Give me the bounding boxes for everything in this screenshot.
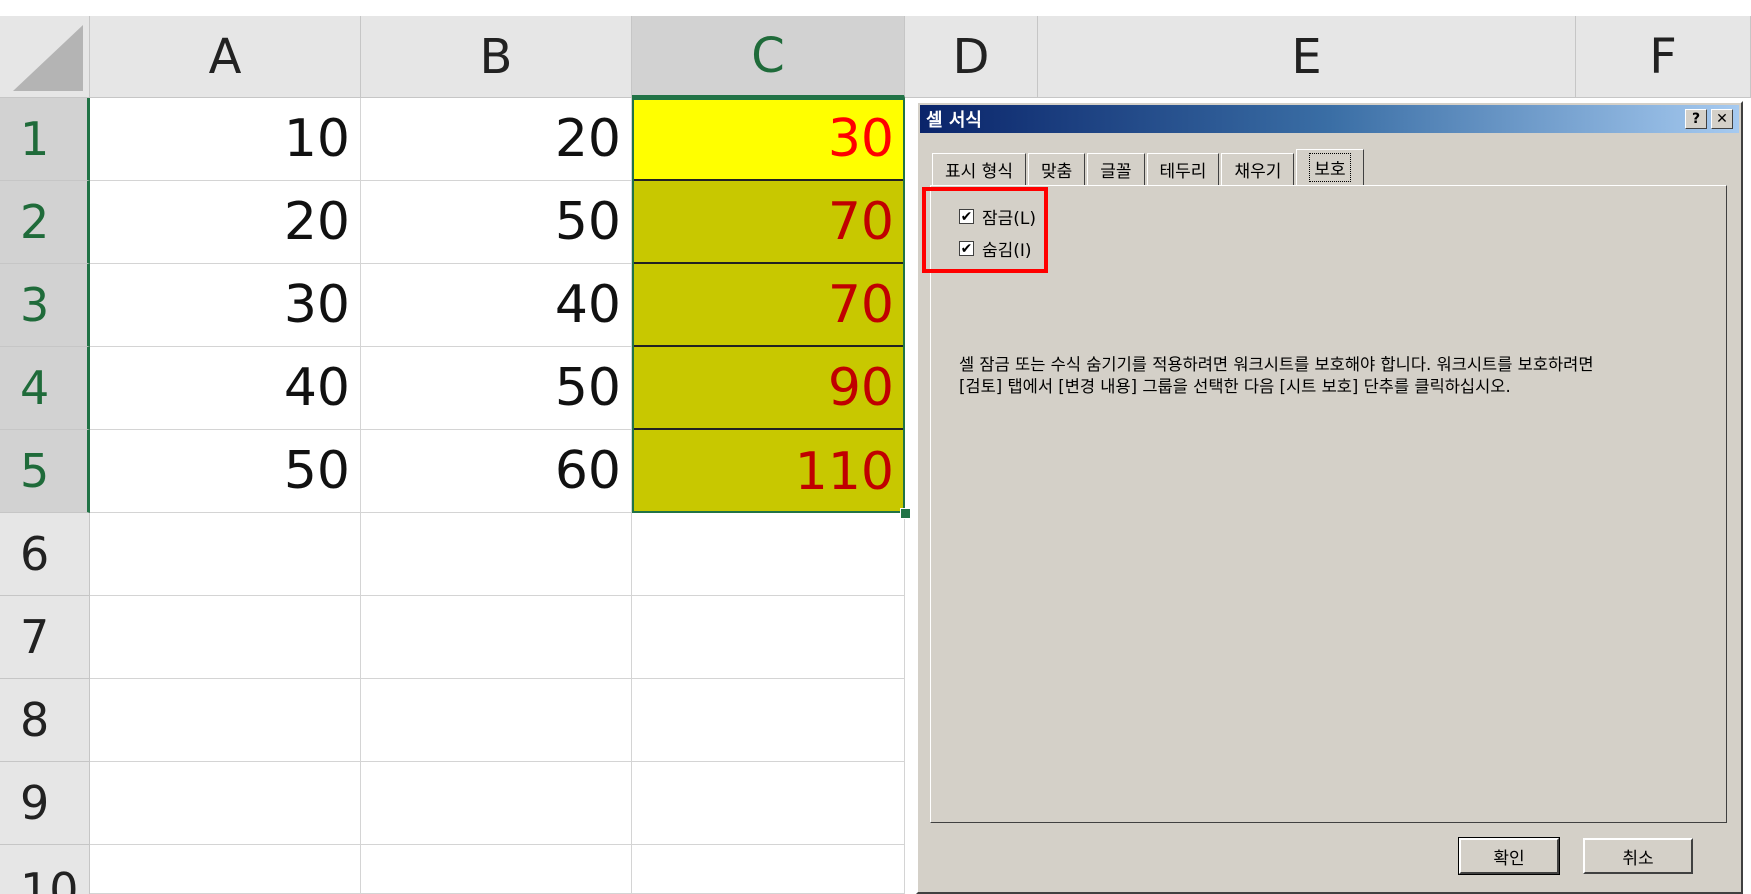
cell-empty[interactable]	[361, 513, 632, 596]
cell-a1[interactable]: 10	[90, 98, 361, 181]
tab-fill[interactable]: 채우기	[1221, 153, 1295, 185]
row-header-6[interactable]: 6	[0, 513, 90, 596]
cell-empty[interactable]	[90, 679, 361, 762]
row-header-2[interactable]: 2	[0, 181, 90, 264]
cell-a5[interactable]: 50	[90, 430, 361, 513]
protection-panel: ✔ 잠금(L) ✔ 숨김(I) 셀 잠금 또는 수식 숨기기를 적용하려면 워크…	[930, 185, 1727, 823]
tab-number-format[interactable]: 표시 형식	[932, 153, 1026, 185]
cell-empty[interactable]	[361, 762, 632, 845]
cell-empty[interactable]	[632, 596, 905, 679]
cell-b5[interactable]: 60	[361, 430, 632, 513]
row-header-3[interactable]: 3	[0, 264, 90, 347]
tab-border[interactable]: 테두리	[1146, 153, 1220, 185]
ribbon-edge	[0, 0, 1751, 17]
cancel-button[interactable]: 취소	[1583, 838, 1693, 874]
close-icon: ✕	[1716, 111, 1728, 127]
cell-a4[interactable]: 40	[90, 347, 361, 430]
column-header-f[interactable]: F	[1576, 16, 1751, 98]
column-header-b[interactable]: B	[361, 16, 632, 98]
column-header-e[interactable]: E	[1038, 16, 1576, 98]
fill-handle[interactable]	[900, 508, 911, 519]
cell-empty[interactable]	[632, 845, 905, 894]
dialog-tabs: 표시 형식 맞춤 글꼴 테두리 채우기 보호	[932, 149, 1366, 185]
cell-c4[interactable]: 90	[632, 347, 905, 430]
cell-empty[interactable]	[90, 845, 361, 894]
close-button[interactable]: ✕	[1711, 109, 1733, 129]
help-button[interactable]: ?	[1685, 109, 1707, 129]
row-header-1[interactable]: 1	[0, 98, 90, 181]
row-header-5[interactable]: 5	[0, 430, 90, 513]
tab-protection-label: 보호	[1309, 153, 1351, 182]
annotation-highlight-box	[922, 187, 1048, 273]
cell-empty[interactable]	[632, 679, 905, 762]
column-header-c[interactable]: C	[632, 16, 905, 98]
row-header-4[interactable]: 4	[0, 347, 90, 430]
cell-empty[interactable]	[90, 596, 361, 679]
cell-b4[interactable]: 50	[361, 347, 632, 430]
column-header-d[interactable]: D	[905, 16, 1038, 98]
cell-c5[interactable]: 110	[632, 430, 905, 513]
description-line: [검토] 탭에서 [변경 내용] 그룹을 선택한 다음 [시트 보호] 단추를 …	[959, 377, 1511, 396]
cell-c2[interactable]: 70	[632, 181, 905, 264]
cell-a3[interactable]: 30	[90, 264, 361, 347]
cell-empty[interactable]	[361, 596, 632, 679]
cell-empty[interactable]	[90, 513, 361, 596]
ok-button[interactable]: 확인	[1458, 837, 1560, 875]
select-all-triangle-icon	[13, 25, 83, 91]
cell-empty[interactable]	[632, 762, 905, 845]
description-line: 셀 잠금 또는 수식 숨기기를 적용하려면 워크시트를 보호해야 합니다. 워크…	[959, 355, 1594, 374]
cell-a2[interactable]: 20	[90, 181, 361, 264]
row-header-10[interactable]: 10	[0, 845, 90, 894]
cell-b2[interactable]: 50	[361, 181, 632, 264]
cell-c3[interactable]: 70	[632, 264, 905, 347]
cell-b1[interactable]: 20	[361, 98, 632, 181]
cell-empty[interactable]	[632, 513, 905, 596]
dialog-titlebar[interactable]: 셀 서식 ? ✕	[920, 105, 1739, 133]
row-header-7[interactable]: 7	[0, 596, 90, 679]
select-all-corner[interactable]	[0, 16, 90, 98]
cell-empty[interactable]	[361, 845, 632, 894]
row-header-9[interactable]: 9	[0, 762, 90, 845]
protection-description: 셀 잠금 또는 수식 숨기기를 적용하려면 워크시트를 보호해야 합니다. 워크…	[959, 354, 1719, 398]
dialog-title: 셀 서식	[926, 110, 982, 131]
cell-c1[interactable]: 30	[632, 98, 905, 181]
row-header-8[interactable]: 8	[0, 679, 90, 762]
tab-font[interactable]: 글꼴	[1087, 153, 1145, 185]
tab-protection[interactable]: 보호	[1296, 149, 1364, 185]
column-header-a[interactable]: A	[90, 16, 361, 98]
cell-empty[interactable]	[90, 762, 361, 845]
cell-b3[interactable]: 40	[361, 264, 632, 347]
tab-alignment[interactable]: 맞춤	[1027, 153, 1086, 185]
cell-empty[interactable]	[361, 679, 632, 762]
